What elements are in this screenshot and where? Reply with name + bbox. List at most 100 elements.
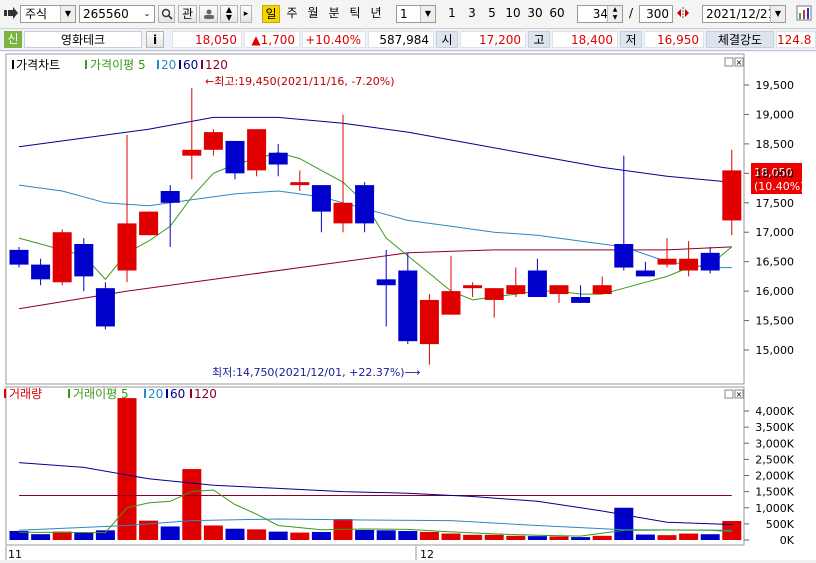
stock-code-value: 265560 [83,7,129,21]
volume-bar [398,530,418,540]
stepper-button[interactable]: ▲ ▼ [220,5,238,23]
interval-5-label: 5 [488,6,496,20]
period-day-label: 일 [265,7,277,21]
candle-body [700,252,720,271]
candle-body [225,140,245,174]
price-tick-label: 15,500 [756,315,795,328]
period-year-button[interactable]: 년 [367,5,385,23]
candle-body [52,232,72,283]
candle-body [333,202,353,224]
candle-body [441,291,461,315]
candle-body [463,285,483,289]
volume-bar [592,535,612,540]
candle-body [160,191,180,203]
fit-button[interactable] [676,5,690,23]
close-icon[interactable]: × [736,390,743,399]
interval-5-button[interactable]: 5 [483,5,501,23]
stock-code-input[interactable]: 265560 ⌄ [79,5,155,23]
fit-arrows-icon [677,7,689,19]
volume-bar [463,534,483,540]
volume-bar [700,534,720,540]
volume-bar [247,529,267,540]
interval-value: 1 [400,7,408,21]
price-ma-5: 5 [138,58,146,72]
zoom-separator: / [628,6,634,20]
info-icon: i [152,33,158,47]
price-tick-label: 19,500 [756,79,795,92]
candle-body [571,297,591,303]
price-tick-label: 16,000 [756,285,795,298]
volume-bar [527,536,547,540]
current-price: 18,050 [172,31,242,48]
price-tick-label: 17,000 [756,226,795,239]
volume-ma-120: 120 [194,387,217,401]
price-change: ▲1,700 [244,31,300,48]
low-price: 16,950 [644,31,704,48]
scroll-right-button[interactable]: ▸ [240,5,252,23]
high-annotation: ←최고:19,450(2021/11/16, -7.20%) [205,75,395,88]
interval-3-button[interactable]: 3 [463,5,481,23]
volume-tick-label: 4,000K [755,405,794,418]
interval-10-button[interactable]: 10 [503,5,523,23]
volume-bar [484,534,504,540]
volume-tick-label: 1,500K [755,486,794,499]
chart-settings-button[interactable] [796,5,812,23]
chevron-down-icon: ▼ [770,6,785,22]
period-week-button[interactable]: 주 [283,5,301,23]
zoom-total-input[interactable]: 300 [639,5,673,23]
price-legend-title: 가격차트 [16,58,60,72]
price-ma-60: 60 [183,58,198,72]
interval-select[interactable]: 1 ▼ [396,5,436,23]
low-annotation: 최저:14,750(2021/12/01, +22.37%)⟶ [212,366,421,379]
volume-bar [74,532,94,540]
info-button[interactable]: i [146,31,164,48]
interval-60-label: 60 [549,6,565,20]
price-ma-20: 20 [161,58,176,72]
open-price: 17,200 [460,31,526,48]
period-month-button[interactable]: 월 [304,5,322,23]
candle-body [139,211,159,236]
strength-label: 체결강도 [706,31,774,48]
candle-body [614,244,634,268]
candle-body [398,270,418,342]
candle-body [419,299,439,345]
volume-bar [376,530,396,540]
login-arrow-icon[interactable] [4,7,18,19]
period-tick-button[interactable]: 틱 [346,5,364,23]
interval-30-button[interactable]: 30 [525,5,545,23]
chevron-down-icon: ⌄ [140,6,154,22]
chevron-right-icon: ▸ [243,9,249,19]
group-button[interactable] [199,5,218,23]
period-minute-button[interactable]: 분 [325,5,343,23]
stock-chart[interactable]: × × 가격차트 가격이평 5 20 60 120 거래량 거래이평 5 20 [0,52,816,561]
candle-body [549,285,569,295]
market-select[interactable]: 주식 ▼ [20,5,76,23]
watchlist-button[interactable]: 관 [178,5,197,23]
volume-bar [203,525,223,540]
interval-1-button[interactable]: 1 [443,5,461,23]
volume-bar [290,532,310,540]
price-ma-120: 120 [205,58,228,72]
zoom-total-value: 300 [646,7,669,21]
close-icon[interactable]: × [736,58,743,67]
search-button[interactable] [158,5,175,23]
volume-bar [571,537,591,540]
candle-body [247,129,267,171]
volume-tick-label: 3,500K [755,421,794,434]
period-month-label: 월 [307,6,319,20]
volume-legend-title: 거래량 [9,387,42,401]
volume-bar [614,507,634,540]
volume-tick-label: 2,500K [755,453,794,466]
candle-body [527,270,547,297]
price-tick-label: 15,000 [756,344,795,357]
new-listing-badge: 신 [4,31,22,48]
candle-body [592,285,612,295]
date-picker[interactable]: 2021/12/21 ▼ [702,5,786,23]
period-day-button[interactable]: 일 [262,5,280,23]
interval-60-button[interactable]: 60 [547,5,567,23]
volume-bar [355,530,375,540]
zoom-count-input[interactable]: 34 ▲ ▼ [577,5,623,23]
chevron-down-icon: ▼ [60,6,75,22]
volume-bar [679,533,699,540]
trading-volume: 587,984 [368,31,434,48]
